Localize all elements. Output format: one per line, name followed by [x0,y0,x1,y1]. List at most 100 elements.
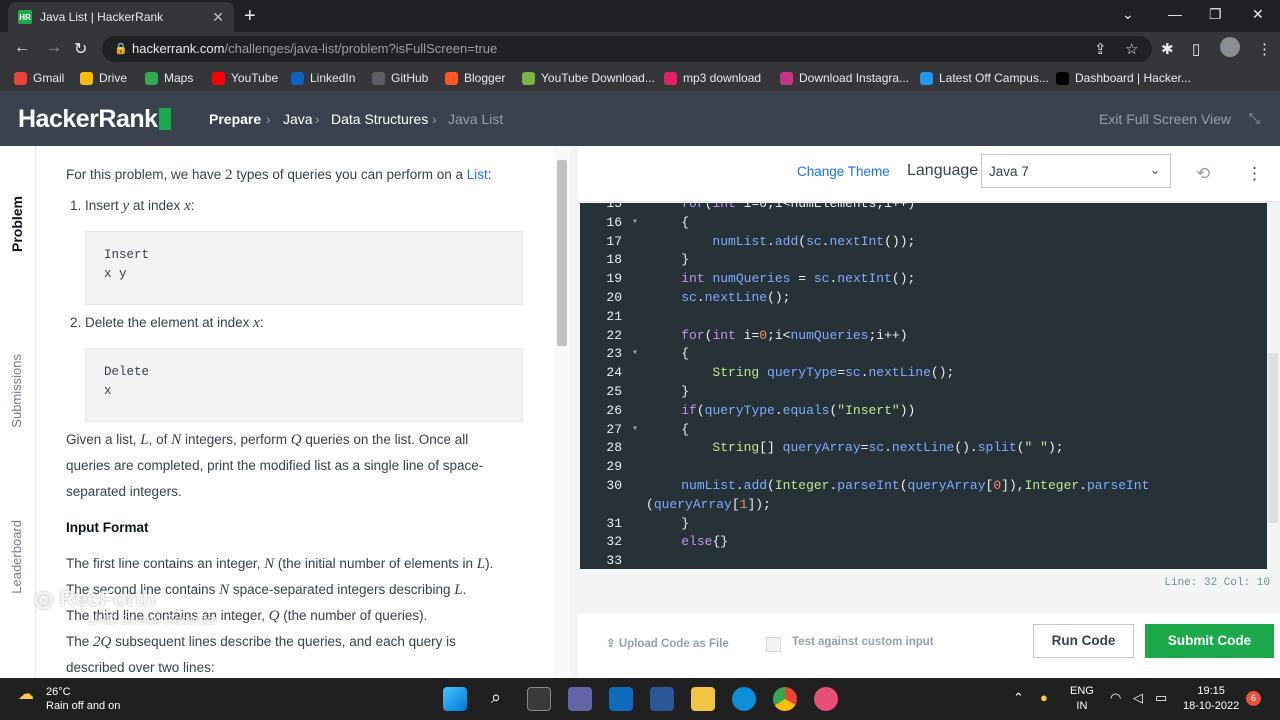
breadcrumb-prepare[interactable]: Prepare [209,111,261,127]
code-line[interactable]: (queryArray[1]); [580,495,1267,514]
bookmark-dashboard-hackerrank[interactable]: Dashboard | Hacker... [1056,71,1191,85]
breadcrumb-java[interactable]: Java [283,111,313,127]
battery-icon[interactable]: ▭ [1155,690,1167,706]
bookmark-mp3-download[interactable]: mp3 download [664,71,761,85]
fold-chevron-icon[interactable]: ▾ [632,213,638,232]
start-windows-icon[interactable] [443,687,467,711]
code-area[interactable]: 15 for(int i=0;i<numElements;i++) 16 ▾ {17… [580,203,1267,569]
code-line[interactable]: 31 } [580,514,1267,533]
code-line[interactable]: 32 else{} [580,532,1267,551]
bookmark-youtube-download[interactable]: YouTube Download... [522,71,655,85]
close-tab-icon[interactable]: ✕ [212,9,224,26]
bookmark-latest-off-campus[interactable]: Latest Off Campus... [920,71,1049,85]
file-explorer-icon[interactable] [691,687,715,711]
query-type-2: 2. Delete the element at index x: [70,315,264,331]
restore-icon[interactable]: ❐ [1209,6,1222,23]
search-icon[interactable]: ⌕ [484,687,508,711]
volume-icon[interactable]: ◁ [1133,690,1143,706]
extensions-puzzle-icon[interactable]: ✱ [1161,40,1174,58]
code-line[interactable]: 18 } [580,250,1267,269]
close-window-icon[interactable]: ✕ [1252,6,1264,23]
task-view-icon[interactable] [527,687,551,711]
chrome-icon[interactable] [773,687,797,711]
fold-chevron-icon[interactable]: ▾ [632,420,638,439]
exit-full-screen-link[interactable]: Exit Full Screen View [1099,111,1231,127]
code-line[interactable]: 28 String[] queryArray=sc.nextLine().spl… [580,438,1267,457]
code-line[interactable]: 16 ▾ { [580,213,1267,232]
code-line[interactable]: 23 ▾ { [580,344,1267,363]
bookmark-drive[interactable]: Drive [80,71,127,85]
browser-tab-active[interactable]: HR Java List | HackerRank ✕ [8,2,234,32]
upload-code-button[interactable]: ⇪ Upload Code as File [606,636,729,650]
line-content: numList.add(Integer.parseInt(queryArray[… [681,478,1150,493]
custom-input-label[interactable]: Test against custom input [792,636,934,648]
store-icon[interactable] [650,687,674,711]
pane-resize-handle[interactable] [570,146,578,678]
bookmark-maps[interactable]: Maps [145,71,193,85]
tab-submissions[interactable]: Submissions [9,354,24,428]
bookmark-star-icon[interactable]: ☆ [1125,40,1138,58]
code-line[interactable]: 22 for(int i=0;i<numQueries;i++) [580,326,1267,345]
share-icon[interactable]: ⇪ [1094,40,1107,58]
problem-scrollbar-thumb[interactable] [557,160,567,346]
code-line[interactable]: 15 for(int i=0;i<numElements;i++) [580,203,1267,213]
change-theme-button[interactable]: Change Theme [797,164,890,179]
custom-input-checkbox[interactable] [766,637,781,652]
mail-icon[interactable] [609,687,633,711]
history-icon[interactable]: ⟲ [1196,164,1210,184]
code-line[interactable]: 27 ▾ { [580,420,1267,439]
code-line[interactable]: 30 numList.add(Integer.parseInt(queryArr… [580,476,1267,495]
code-line[interactable]: 17 numList.add(sc.nextInt()); [580,232,1267,251]
address-bar[interactable]: 🔒 hackerrank.com/challenges/java-list/pr… [102,36,1152,62]
submit-code-button[interactable]: Submit Code [1145,624,1274,658]
reload-icon[interactable]: ↻ [74,39,87,59]
chat-teams-icon[interactable] [568,687,592,711]
input-language[interactable]: ENG IN [1070,684,1094,714]
weather-widget[interactable]: ☁ 26°C Rain off and on [18,685,120,713]
code-line[interactable]: 25 } [580,382,1267,401]
code-line[interactable]: 20 sc.nextLine(); [580,288,1267,307]
menu-kebab-icon[interactable]: ⋮ [1257,40,1272,58]
edge-icon[interactable] [732,687,756,711]
run-code-button[interactable]: Run Code [1033,624,1134,658]
bookmark-youtube[interactable]: YouTube [212,71,278,85]
tab-leaderboard[interactable]: Leaderboard [9,520,24,594]
language-select[interactable]: Java 7 ⌄ [981,154,1171,188]
notification-badge[interactable]: 6 [1246,691,1261,706]
profile-avatar[interactable] [1220,37,1240,57]
code-line[interactable]: 21 [580,307,1267,326]
tab-search-chevron-icon[interactable]: ⌄ [1122,6,1134,23]
code-line[interactable]: 19 int numQueries = sc.nextInt(); [580,269,1267,288]
recorder-icon[interactable] [814,687,838,711]
bookmark-github[interactable]: GitHub [372,71,428,85]
code-line[interactable]: 24 String queryType=sc.nextLine(); [580,363,1267,382]
hackerrank-logo[interactable]: HackerRank [18,105,171,134]
code-line[interactable]: 26 if(queryType.equals("Insert")) [580,401,1267,420]
line-content: for(int i=0;i<numQueries;i++) [681,327,908,343]
new-tab-icon[interactable]: + [244,5,256,28]
list-link[interactable]: List [467,167,488,182]
minimize-icon[interactable]: — [1168,6,1182,22]
tab-problem[interactable]: Problem [9,196,25,252]
microphone-icon[interactable]: ● [1040,690,1048,705]
more-options-icon[interactable]: ⋮ [1246,164,1263,184]
editor-scrollbar[interactable] [1267,203,1279,569]
editor-scrollbar-thumb[interactable] [1268,353,1278,523]
code-line[interactable]: 29 [580,457,1267,476]
fold-chevron-icon[interactable]: ▾ [632,344,638,363]
forward-icon[interactable]: → [46,39,62,57]
bookmark-blogger[interactable]: Blogger [445,71,505,85]
bookmark-linkedin[interactable]: LinkedIn [291,71,355,85]
collapse-icon[interactable]: ⤡ [1249,110,1260,127]
back-icon[interactable]: ← [14,39,30,57]
system-clock[interactable]: 19:15 18-10-2022 [1183,684,1239,714]
wifi-icon[interactable]: ◠ [1110,690,1121,706]
show-hidden-icons-icon[interactable]: ⌃ [1013,690,1024,706]
bookmark-download-instagram[interactable]: Download Instagra... [780,71,909,85]
youtube-icon [212,71,225,85]
bookmark-gmail[interactable]: Gmail [14,71,64,85]
side-panel-icon[interactable]: ▯ [1192,40,1200,58]
breadcrumb-data-structures[interactable]: Data Structures [331,111,428,127]
code-line[interactable]: 33 [580,551,1267,569]
problem-scrollbar[interactable] [554,146,570,678]
